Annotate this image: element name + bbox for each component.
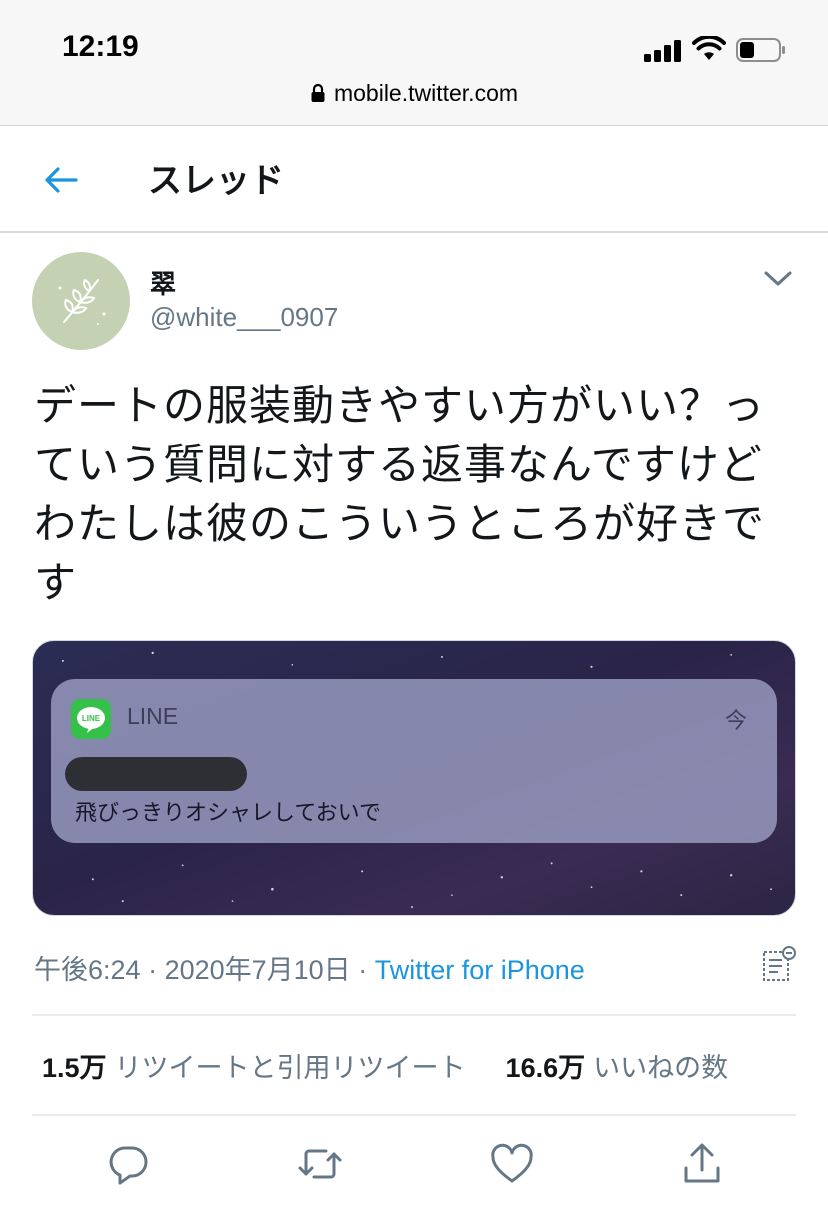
battery-icon <box>736 38 785 62</box>
avatar[interactable] <box>32 252 130 350</box>
share-icon <box>684 1143 720 1183</box>
divider <box>32 1014 796 1016</box>
back-button[interactable] <box>36 155 86 205</box>
notification-time: 今 <box>724 709 747 734</box>
reply-icon <box>109 1146 148 1185</box>
analytics-button[interactable] <box>760 944 798 984</box>
author-name[interactable]: 翠 <box>150 264 176 301</box>
url-bar[interactable]: mobile.twitter.com <box>0 80 828 107</box>
line-notification: LINE LINE 今 飛びっきりオシャレしておいで <box>51 679 777 843</box>
page-title: スレッド <box>148 161 284 201</box>
retweet-count-label: リツイートと引用リツイート <box>114 1053 466 1084</box>
meta-separator: · <box>140 955 165 985</box>
tweet-source-link[interactable]: Twitter for iPhone <box>375 955 585 985</box>
like-count-label: いいねの数 <box>593 1053 729 1084</box>
meta-separator: · <box>350 955 375 985</box>
notification-message: 飛びっきりオシャレしておいで <box>75 801 382 826</box>
like-count[interactable]: 16.6万 いいねの数 <box>506 1046 729 1085</box>
chevron-down-icon <box>764 271 792 286</box>
share-button[interactable] <box>678 1140 726 1188</box>
tweet-meta: 午後6:24 · 2020年7月10日 · Twitter for iPhone <box>34 948 585 987</box>
like-button[interactable] <box>488 1140 536 1188</box>
arrow-left-icon <box>45 167 78 193</box>
tweet-media[interactable]: LINE LINE 今 飛びっきりオシャレしておいで <box>32 640 796 916</box>
status-time: 12:19 <box>62 30 139 63</box>
notification-app-name: LINE <box>127 703 179 729</box>
reply-button[interactable] <box>104 1140 152 1188</box>
line-app-icon: LINE <box>71 699 111 739</box>
like-count-value: 16.6万 <box>505 1053 586 1083</box>
leaf-icon <box>58 278 106 325</box>
lock-icon <box>311 83 325 102</box>
redacted-sender <box>65 757 247 791</box>
status-icons <box>644 36 794 64</box>
more-options-button[interactable] <box>758 262 798 296</box>
signal-icon <box>644 40 684 62</box>
line-icon-label: LINE <box>82 714 101 723</box>
tweet-stats: 1.5万 リツイートと引用リツイート 16.6万 いいねの数 <box>42 1046 768 1085</box>
retweet-count[interactable]: 1.5万 リツイートと引用リツイート <box>42 1046 466 1085</box>
tweet-date: 2020年7月10日 <box>164 955 351 985</box>
wifi-icon <box>692 36 726 60</box>
heart-icon <box>491 1143 533 1183</box>
url-text: mobile.twitter.com <box>333 80 519 106</box>
retweet-count-value: 1.5万 <box>42 1053 107 1083</box>
author-handle[interactable]: @white___0907 <box>150 302 338 333</box>
status-bar: 12:19 mobile.twitter.com <box>0 0 828 126</box>
retweet-icon <box>298 1149 342 1179</box>
retweet-button[interactable] <box>296 1140 344 1188</box>
tweet-text: デートの服装動きやすい方がいい？っていう質問に対する返事なんですけどわたしは彼の… <box>34 381 766 607</box>
tweet-time: 午後6:24 <box>34 955 141 985</box>
analytics-icon <box>763 946 796 981</box>
header: スレッド <box>0 127 828 233</box>
divider <box>32 1114 796 1116</box>
